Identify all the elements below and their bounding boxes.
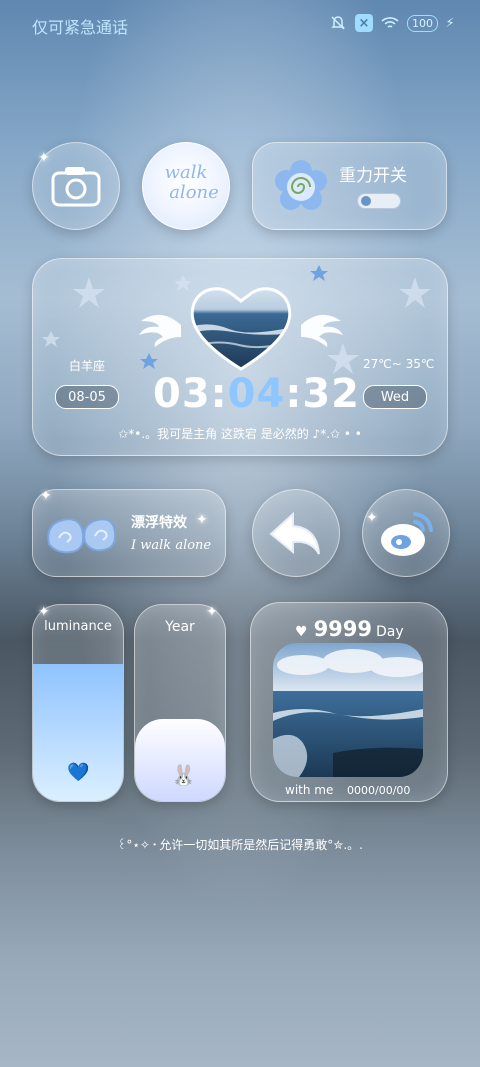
weibo-icon <box>381 512 433 556</box>
mute-icon <box>329 14 347 32</box>
walk-line: walk <box>164 162 208 183</box>
walk-alone-widget[interactable]: walk alone <box>142 142 230 230</box>
year-progress-widget[interactable]: Year 🐰 <box>134 604 226 802</box>
walk-alone-text: walk alone <box>143 163 229 203</box>
with-me-label: with me <box>285 783 334 797</box>
heart-icon: ♥ <box>295 624 308 640</box>
ocean-image <box>273 643 423 777</box>
flower-spiral-icon <box>275 160 327 210</box>
date-pill: 08-05 <box>55 385 119 409</box>
emergency-calls-only-text: 仅可紧急通话 <box>32 18 129 37</box>
status-icons: × 100 ⚡ <box>329 14 455 32</box>
heart-ocean-image <box>190 287 292 371</box>
gravity-toggle[interactable] <box>357 193 401 209</box>
wifi-icon <box>381 14 399 32</box>
sparkle-icon: ✦ <box>366 510 378 526</box>
weekday-pill: Wed <box>363 385 427 409</box>
rabbit-icon: 🐰 <box>171 763 196 787</box>
luminance-label: luminance <box>44 619 112 634</box>
status-bar: 仅可紧急通话 × 100 ⚡ <box>0 0 480 48</box>
float-effect-widget[interactable]: 漂浮特效 I walk alone <box>32 489 226 577</box>
days-counter-widget[interactable]: ♥ 9999 Day with me 0000/00/00 <box>250 602 448 802</box>
clock-hours: 03 <box>153 371 211 417</box>
sparkle-icon: ✦ <box>38 150 50 166</box>
sparkle-icon: ✦ <box>196 512 208 528</box>
sparkle-icon: ✦ <box>40 488 52 504</box>
days-count: ♥ 9999 Day <box>295 617 404 641</box>
clock-colon: : <box>210 371 228 417</box>
anniversary-date: 0000/00/00 <box>347 784 411 797</box>
sim-off-icon: × <box>355 14 373 32</box>
blue-heart-icon: 💙 <box>67 762 90 783</box>
days-number: 9999 <box>313 617 373 641</box>
charging-icon: ⚡ <box>445 15 455 31</box>
year-progress-fill <box>135 718 225 801</box>
float-effect-subtitle: I walk alone <box>131 538 212 553</box>
clock-time: 03:04:32 <box>153 371 359 417</box>
clock-minutes: 04 <box>227 371 286 417</box>
battery-icon: 100 <box>407 14 438 32</box>
temperature-range: 27℃~ 35℃ <box>363 357 435 371</box>
clock-colon: : <box>285 371 303 417</box>
alone-line: alone <box>169 182 219 203</box>
sparkle-icon: ✦ <box>206 604 218 620</box>
ocean-photo <box>273 643 423 777</box>
weibo-shortcut[interactable] <box>362 489 450 577</box>
cloud-swirl-icon <box>47 518 117 554</box>
clock-tagline: ✩*•.。我可是主角 这跌宕 是必然的 ♪*.✩ • • <box>118 427 362 441</box>
luminance-slider[interactable]: luminance 💙 <box>32 604 124 802</box>
bottom-quote: ꒰°⋆✧・允许一切如其所是然后记得勇敢°✮.。. <box>117 838 363 852</box>
sparkle-icon: ✦ <box>38 604 50 620</box>
back-arrow-icon <box>269 511 320 555</box>
zodiac-label: 白羊座 <box>69 359 106 373</box>
year-label: Year <box>165 619 195 635</box>
toggle-knob <box>361 196 371 206</box>
back-button[interactable] <box>252 489 340 577</box>
gravity-switch-widget[interactable]: 重力开关 <box>252 142 447 230</box>
clock-widget[interactable]: 白羊座 27℃~ 35℃ 08-05 Wed 03:04:32 ✩*•.。我可是… <box>32 258 448 456</box>
battery-level: 100 <box>412 16 433 30</box>
float-effect-title: 漂浮特效 <box>131 515 187 531</box>
gravity-switch-title: 重力开关 <box>339 166 407 186</box>
days-unit: Day <box>376 624 404 640</box>
heart-photo <box>189 283 293 371</box>
clock-seconds: 32 <box>302 371 361 417</box>
